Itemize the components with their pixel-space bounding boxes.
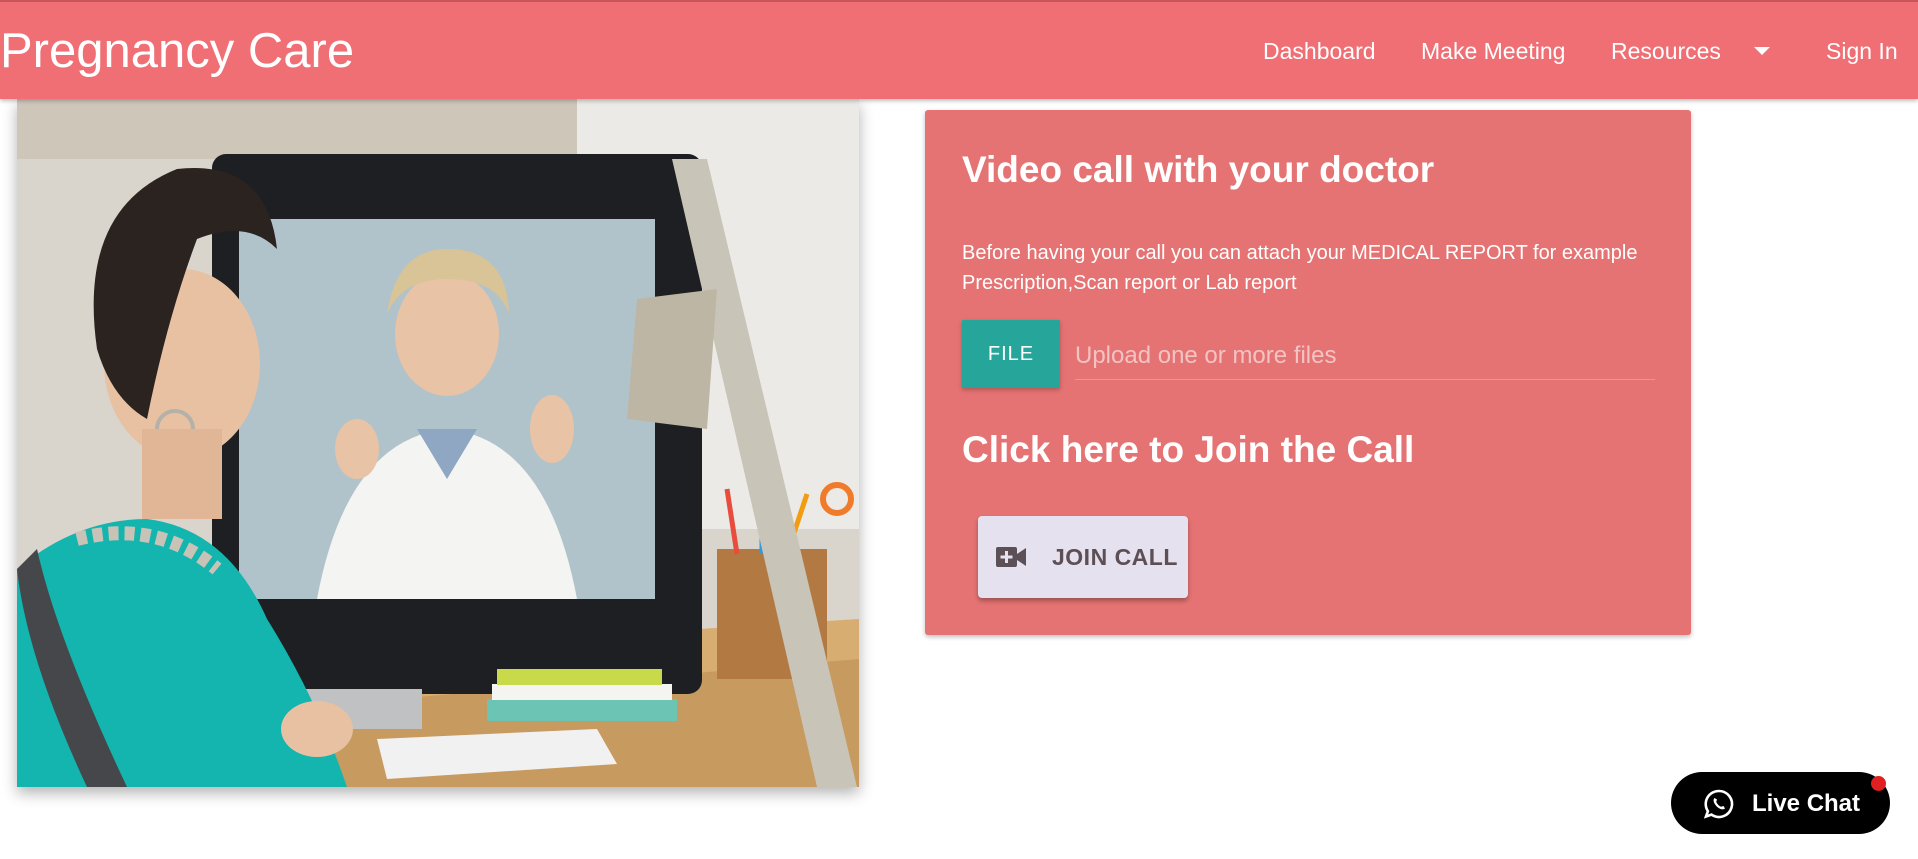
resources-dropdown-caret-icon[interactable] [1754, 47, 1770, 55]
nav-sign-in[interactable]: Sign In [1826, 37, 1898, 65]
join-call-label: JOIN CALL [1052, 544, 1178, 570]
brand-logo[interactable]: Pregnancy Care [0, 22, 354, 80]
video-camera-add-icon [996, 547, 1026, 567]
join-call-heading: Click here to Join the Call [962, 429, 1415, 470]
navbar: Pregnancy Care Dashboard Make Meeting Re… [0, 0, 1918, 99]
nav-make-meeting[interactable]: Make Meeting [1421, 37, 1565, 65]
card-title: Video call with your doctor [962, 149, 1435, 190]
file-path-input[interactable] [1075, 332, 1655, 380]
notification-dot [1871, 776, 1886, 791]
file-upload-button[interactable]: FILE [962, 320, 1060, 388]
video-call-card: Video call with your doctor Before havin… [925, 110, 1691, 635]
live-chat-button[interactable]: Live Chat [1671, 772, 1890, 834]
join-call-button[interactable]: JOIN CALL [978, 516, 1188, 598]
nav-resources[interactable]: Resources [1611, 37, 1721, 65]
card-description: Before having your call you can attach y… [962, 242, 1638, 294]
hero-image-video-consultation [17, 99, 859, 787]
nav-dashboard[interactable]: Dashboard [1263, 37, 1376, 65]
whatsapp-icon [1703, 789, 1734, 819]
live-chat-label: Live Chat [1752, 790, 1861, 817]
